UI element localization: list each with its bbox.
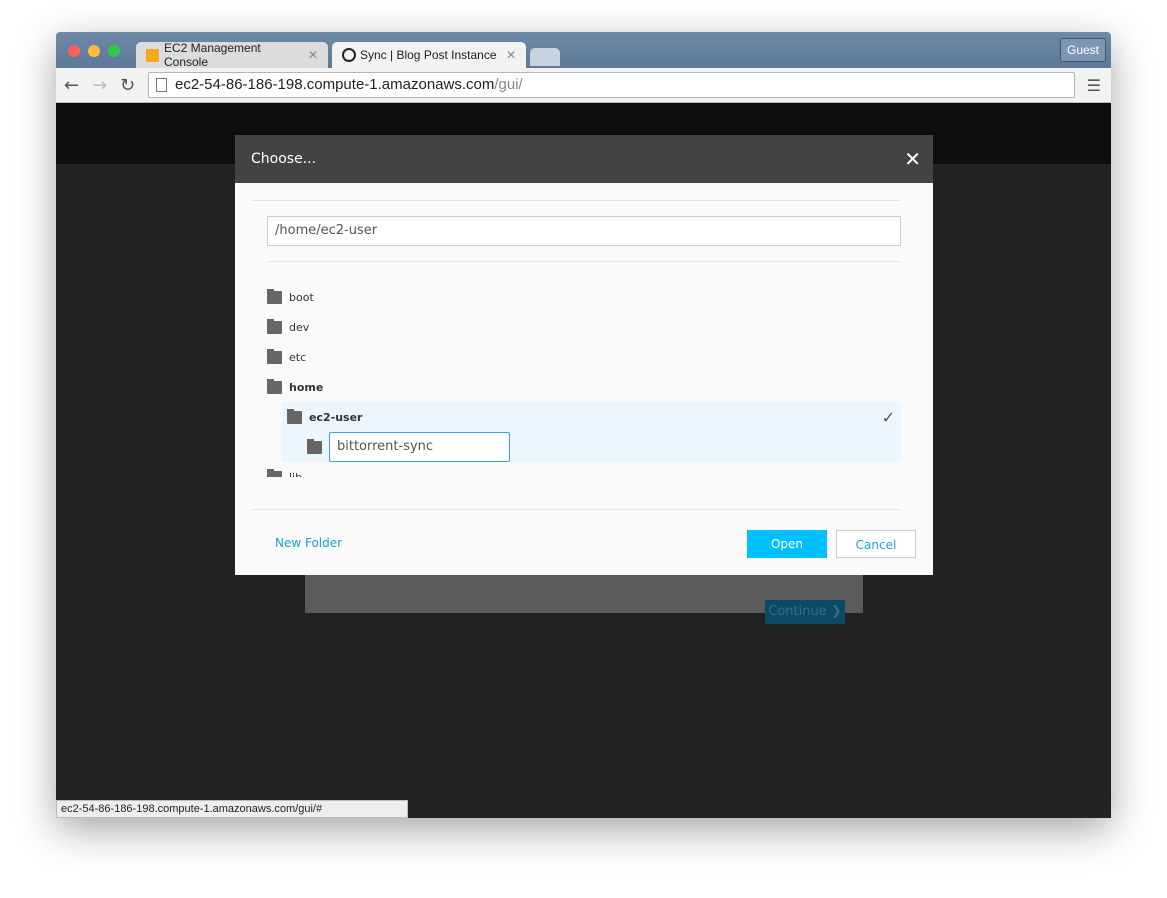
toolbar: ← → ↻ ec2-54-86-186-198.compute-1.amazon… (56, 68, 1111, 103)
address-bar[interactable]: ec2-54-86-186-198.compute-1.amazonaws.co… (148, 72, 1075, 98)
forward-icon[interactable]: → (92, 75, 107, 96)
menu-icon[interactable]: ☰ (1087, 76, 1101, 95)
cancel-button[interactable]: Cancel (836, 530, 916, 558)
new-folder-name-input[interactable]: bittorrent-sync (329, 432, 510, 462)
sync-icon (342, 48, 356, 62)
tree-item[interactable]: dev (267, 312, 901, 342)
path-input[interactable]: /home/ec2-user (267, 216, 901, 246)
page-icon (156, 78, 167, 92)
close-tab-icon[interactable]: ✕ (308, 48, 318, 62)
close-window-button[interactable] (68, 45, 80, 57)
divider (251, 200, 901, 201)
tree-item[interactable]: etc (267, 342, 901, 372)
open-button[interactable]: Open (747, 530, 827, 558)
new-tab-button[interactable] (530, 48, 560, 66)
folder-icon (267, 348, 282, 364)
close-tab-icon[interactable]: ✕ (506, 48, 516, 62)
folder-tree[interactable]: boot dev etc home ec2-user ✓ bittorrent-s… (267, 282, 901, 477)
folder-icon (267, 288, 282, 304)
folder-icon (287, 408, 302, 424)
new-folder-link[interactable]: New Folder (275, 536, 342, 550)
dialog-title: Choose... (235, 135, 933, 183)
tree-item-selected[interactable]: ec2-user ✓ (267, 402, 901, 432)
continue-button[interactable]: Continue ❯ (765, 600, 845, 624)
folder-icon (267, 318, 282, 334)
reload-icon[interactable]: ↻ (120, 75, 135, 96)
tree-item[interactable]: home (267, 372, 901, 402)
back-icon[interactable]: ← (64, 75, 79, 96)
divider (251, 509, 901, 510)
status-bar: ec2-54-86-186-198.compute-1.amazonaws.co… (56, 800, 408, 818)
divider (267, 261, 901, 262)
title-bar: EC2 Management Console ✕ Sync | Blog Pos… (56, 32, 1111, 69)
new-folder-row: bittorrent-sync (267, 432, 901, 462)
folder-icon (267, 468, 282, 477)
check-icon: ✓ (881, 407, 895, 427)
tab-ec2[interactable]: EC2 Management Console ✕ (136, 41, 328, 69)
tab-sync[interactable]: Sync | Blog Post Instance ✕ (332, 42, 526, 68)
aws-box-icon (146, 48, 159, 62)
folder-icon (267, 378, 282, 394)
close-icon[interactable]: ✕ (904, 147, 921, 171)
maximize-window-button[interactable] (108, 45, 120, 57)
folder-icon (307, 438, 322, 454)
minimize-window-button[interactable] (88, 45, 100, 57)
tree-item[interactable]: lib (267, 462, 901, 477)
tree-item[interactable]: boot (267, 282, 901, 312)
choose-dialog: Choose... ✕ /home/ec2-user boot dev etc … (235, 135, 933, 575)
guest-profile-button[interactable]: Guest (1059, 38, 1106, 62)
